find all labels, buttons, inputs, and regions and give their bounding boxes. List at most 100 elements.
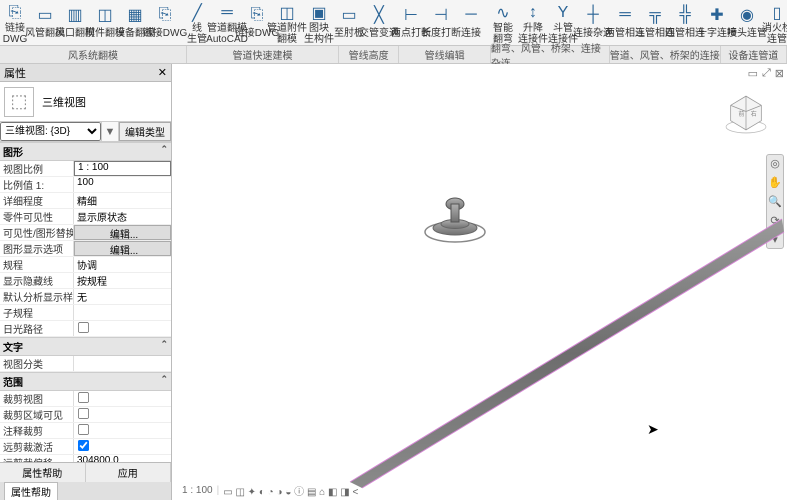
prop-row: 图形显示选项编辑... — [0, 241, 171, 257]
prop-checkbox[interactable] — [78, 392, 89, 403]
properties-apply-button[interactable]: 应用 — [86, 463, 172, 482]
ribbon-btn-17[interactable]: ↕升降连接件 — [518, 0, 548, 45]
prop-checkbox[interactable] — [78, 424, 89, 435]
ribbon-btn-16[interactable]: ∿智能翻弯 — [488, 0, 518, 45]
status-icon[interactable]: ⌂ — [319, 487, 328, 498]
ribbon-label: 图块生构件 — [304, 23, 334, 45]
prop-row: 裁剪视图 — [0, 391, 171, 407]
ribbon-label: 链接DWG — [3, 23, 27, 45]
prop-checkbox[interactable] — [78, 440, 89, 451]
ribbon-icon: ◫ — [274, 2, 300, 23]
ribbon-icon: ◉ — [734, 2, 760, 28]
palette-tab[interactable]: 属性帮助 — [4, 482, 58, 500]
vp-tool-3[interactable]: ⊠ — [775, 67, 784, 80]
ribbon-icon: ▯ — [764, 2, 787, 23]
ribbon-btn-15[interactable]: ─连接 — [456, 0, 486, 45]
instance-selector[interactable]: 三维视图: {3D} — [0, 122, 101, 141]
status-icon[interactable]: ◒ — [285, 487, 294, 498]
ribbon-btn-25[interactable]: ▯消火栓连管 — [762, 0, 787, 45]
status-icon[interactable]: ◨ — [340, 487, 352, 498]
filter-icon[interactable]: ▼ — [101, 122, 119, 141]
prop-category[interactable]: 范围⌃ — [0, 372, 171, 391]
ribbon-icon: ▣ — [306, 2, 332, 23]
prop-value[interactable] — [74, 321, 171, 336]
edit-type-button[interactable]: 编辑类型 — [119, 122, 171, 141]
nav-wheel-icon[interactable]: ◎ — [770, 157, 780, 170]
prop-value[interactable]: 精细 — [74, 193, 171, 208]
status-icon[interactable]: ▭ — [223, 487, 235, 498]
prop-value[interactable]: 1 : 100 — [74, 161, 171, 176]
ribbon-btn-22[interactable]: ╬四管相连 — [670, 0, 700, 45]
view-cube[interactable]: 前 右 — [723, 90, 769, 136]
status-icon[interactable]: ✦ — [248, 487, 259, 498]
ribbon-label: 连接 — [461, 28, 481, 39]
prop-row: 远剪裁激活 — [0, 439, 171, 455]
prop-category[interactable]: 图形⌃ — [0, 142, 171, 161]
status-icon[interactable]: ◐ — [259, 487, 268, 498]
vp-tool-2[interactable]: ⤢ — [762, 67, 771, 80]
ribbon-panel-label[interactable]: 管线编辑 — [399, 46, 491, 63]
prop-edit-button[interactable]: 编辑... — [74, 241, 171, 256]
status-icon[interactable]: ▤ — [307, 487, 319, 498]
ribbon-btn-9[interactable]: ◫管道附件翻模 — [272, 0, 302, 45]
ribbon-icon: ▭ — [336, 2, 362, 28]
prop-value[interactable] — [74, 305, 171, 320]
prop-key: 图形显示选项 — [0, 241, 74, 256]
status-icon[interactable]: ◫ — [235, 487, 247, 498]
viewport-3d[interactable]: ▭ ⤢ ⊠ 前 右 ◎ ✋ 🔍 ⟳ ▾ — [172, 64, 787, 500]
prop-row: 可见性/图形替换编辑... — [0, 225, 171, 241]
prop-value[interactable]: 协调 — [74, 257, 171, 272]
prop-checkbox[interactable] — [78, 322, 89, 333]
ribbon-panel-label[interactable]: 管道快速建模 — [187, 46, 339, 63]
ribbon-panel-label[interactable]: 翻弯、风管、桥架、连接杂连 — [491, 46, 610, 63]
prop-value[interactable] — [74, 391, 171, 406]
prop-category[interactable]: 文字⌃ — [0, 337, 171, 356]
prop-value[interactable]: 100 — [74, 177, 171, 192]
prop-value[interactable] — [74, 407, 171, 422]
ribbon-btn-10[interactable]: ▣图块生构件 — [304, 0, 334, 45]
ribbon-btn-14[interactable]: ⊣长度打断 — [426, 0, 456, 45]
ribbon-panel-label[interactable]: 管道、风管、桥架的连接 — [610, 46, 721, 63]
ribbon-icon: ⎘ — [2, 2, 28, 23]
view-type-name: 三维视图 — [42, 94, 86, 110]
prop-value[interactable] — [74, 439, 171, 454]
ribbon-panel-label[interactable]: 风系统翻模 — [0, 46, 187, 63]
prop-value[interactable] — [74, 356, 171, 371]
properties-help-button[interactable]: 属性帮助 — [0, 463, 86, 482]
status-icon[interactable]: ⓘ — [294, 487, 307, 498]
prop-row: 远剪裁偏移304800.0 — [0, 455, 171, 462]
nav-orbit-icon[interactable]: ⟳ — [770, 214, 779, 227]
prop-checkbox[interactable] — [78, 408, 89, 419]
status-icon[interactable]: ◔ — [268, 487, 277, 498]
ribbon-btn-5[interactable]: ⎘链接DWG — [150, 0, 180, 45]
ribbon-icon: ◫ — [92, 2, 118, 28]
ribbon-btn-24[interactable]: ◉喷头连管 — [732, 0, 762, 45]
nav-zoom-icon[interactable]: 🔍 — [768, 195, 782, 208]
status-icon-group: ▭ ◫ ✦ ◐ ◔ ◑ ◒ ⓘ ▤ ⌂ ◧ ◨ < — [223, 483, 358, 498]
nav-chevron-icon[interactable]: ▾ — [772, 233, 778, 246]
prop-value[interactable]: 显示原状态 — [74, 209, 171, 224]
ribbon-panel-label[interactable]: 管线高度 — [339, 46, 399, 63]
prop-value[interactable]: 304800.0 — [74, 455, 171, 462]
prop-key: 比例值 1: — [0, 177, 74, 192]
prop-value[interactable] — [74, 423, 171, 438]
vp-tool-1[interactable]: ▭ — [748, 67, 758, 80]
ribbon-label: 管道附件翻模 — [267, 23, 307, 45]
status-icon[interactable]: ◑ — [277, 487, 286, 498]
nav-pan-icon[interactable]: ✋ — [768, 176, 782, 189]
ribbon-toolbar: ⎘链接DWG▭风管翻模▥风口翻模◫附件翻模▦设备翻模⎘链接DWG╱线生管═管道翻… — [0, 0, 787, 46]
status-icon[interactable]: ◧ — [328, 487, 340, 498]
properties-type-selector[interactable]: ⬚ 三维视图 — [0, 82, 171, 122]
ribbon-btn-12[interactable]: ╳交管变通 — [364, 0, 394, 45]
ribbon-panel-label[interactable]: 设备连管道 — [721, 46, 787, 63]
scale-label[interactable]: 1 : 100 — [182, 485, 213, 496]
ribbon-btn-19[interactable]: ┼连接杂连 — [578, 0, 608, 45]
ribbon-icon: ╳ — [366, 2, 392, 28]
prop-key: 远剪裁激活 — [0, 439, 74, 454]
status-icon[interactable]: < — [352, 487, 358, 498]
prop-edit-button[interactable]: 编辑... — [74, 225, 171, 240]
prop-value[interactable]: 无 — [74, 289, 171, 304]
close-icon[interactable]: ✕ — [158, 66, 167, 79]
properties-palette: 属性 ✕ ⬚ 三维视图 三维视图: {3D} ▼ 编辑类型 图形⌃视图比例1 :… — [0, 64, 172, 500]
prop-value[interactable]: 按规程 — [74, 273, 171, 288]
